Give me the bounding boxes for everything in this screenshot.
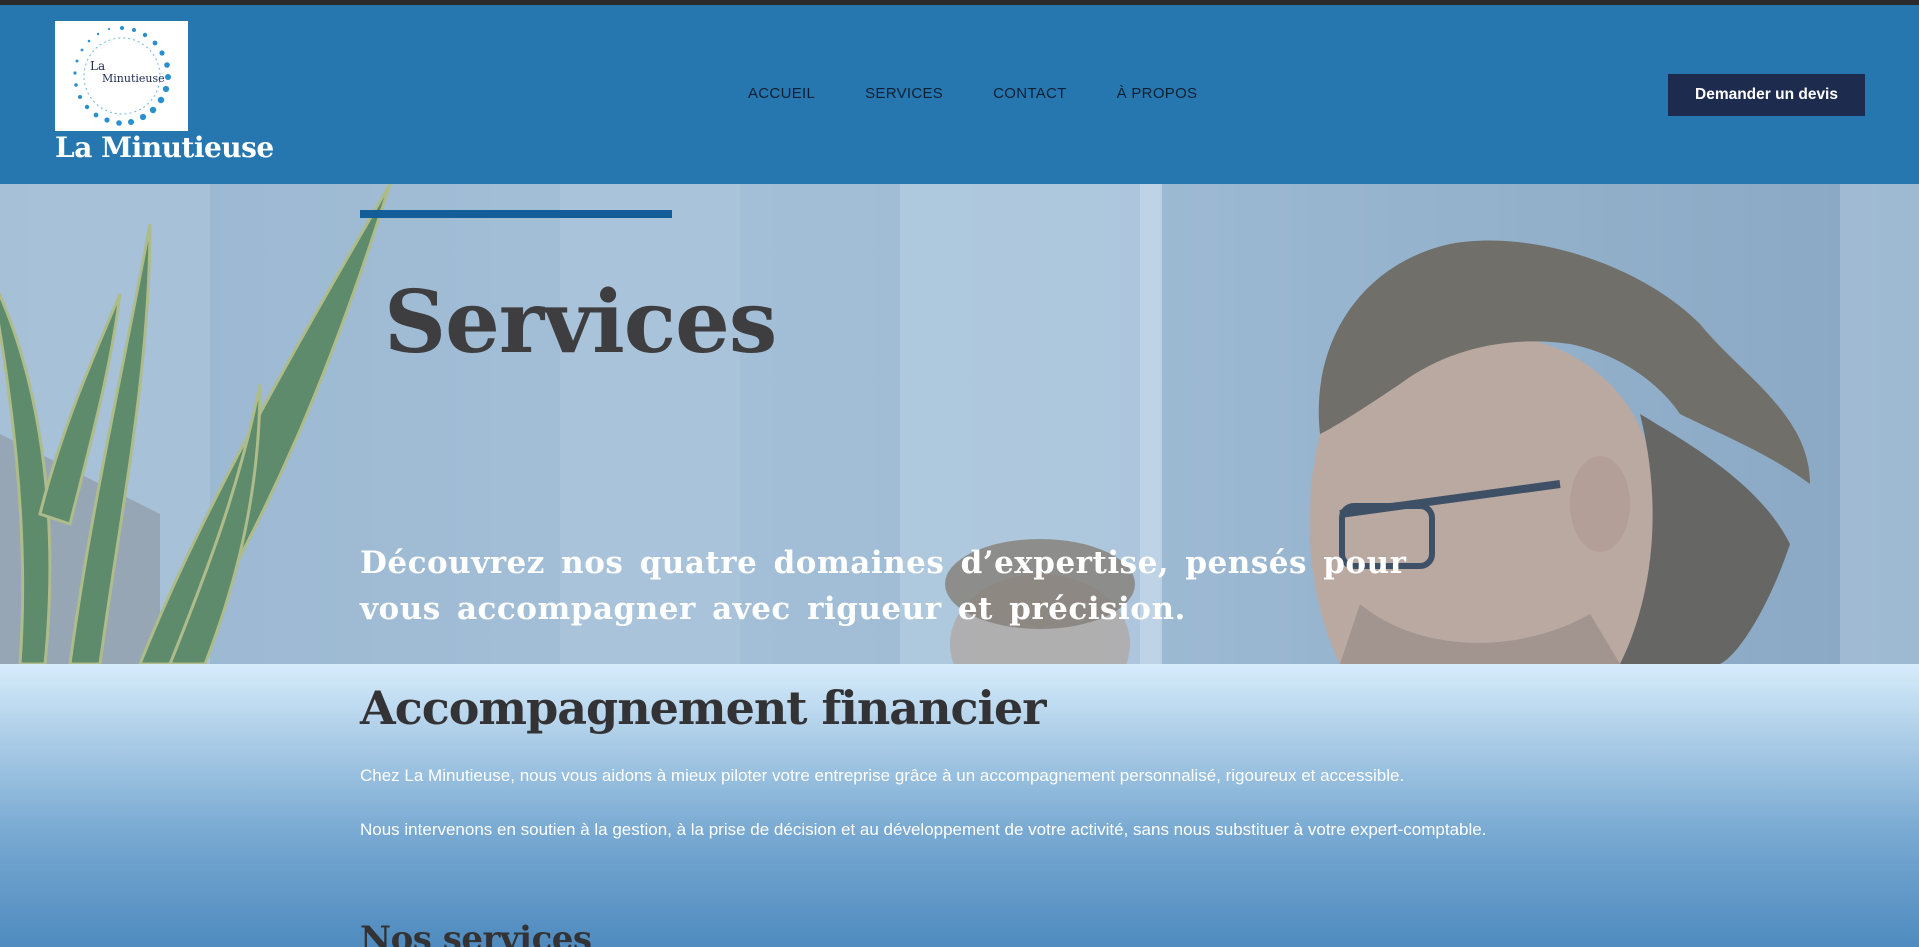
svg-text:Minutieuse: Minutieuse — [102, 72, 165, 85]
hero-accent-bar — [360, 210, 672, 218]
svg-text:La: La — [90, 59, 105, 73]
intro-paragraph: Chez La Minutieuse, nous vous aidons à m… — [360, 766, 1405, 785]
logo[interactable]: La Minutieuse — [55, 21, 188, 131]
hero-subtitle: Découvrez nos quatre domaines d’expertis… — [360, 545, 1407, 627]
section-heading: Accompagnement financier — [360, 681, 1046, 735]
request-quote-button[interactable]: Demander un devis — [1668, 74, 1865, 116]
nav-item-a-propos[interactable]: À PROPOS — [1117, 85, 1198, 102]
services-subheading: Nos services — [360, 919, 592, 947]
nav-item-contact[interactable]: CONTACT — [993, 85, 1066, 102]
brand-name[interactable]: La Minutieuse — [55, 131, 274, 164]
nav-item-accueil[interactable]: ACCUEIL — [748, 85, 815, 102]
site-header: La Minutieuse La Minutieuse ACCUEIL SERV… — [0, 5, 1919, 184]
nav-item-services[interactable]: SERVICES — [865, 85, 943, 102]
hero-section: Services Découvrez nos quatre domaines d… — [0, 184, 1919, 664]
main-nav: ACCUEIL SERVICES CONTACT À PROPOS — [748, 85, 1197, 102]
support-paragraph: Nous intervenons en soutien à la gestion… — [360, 820, 1487, 839]
hero-title: Services — [384, 272, 777, 373]
logo-ring-icon: La Minutieuse — [72, 26, 171, 126]
content-section: Accompagnement financier Chez La Minutie… — [0, 664, 1919, 947]
